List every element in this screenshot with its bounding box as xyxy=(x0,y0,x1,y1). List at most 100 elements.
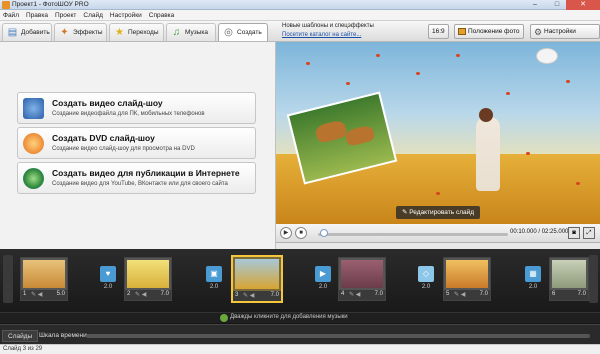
slide-image xyxy=(341,260,383,288)
transition-duration: 2.0 xyxy=(528,284,538,290)
project-settings-button[interactable]: ⚙ Настройки проекта xyxy=(530,24,600,48)
gear-icon: ⚙ xyxy=(534,27,543,37)
tab-music-label: Музыка xyxy=(185,29,208,36)
tab-create[interactable]: ◎ Создать xyxy=(218,23,268,41)
slide-duration: 7.0 xyxy=(374,291,383,297)
menu-settings[interactable]: Настройки xyxy=(107,10,146,21)
transition-icon[interactable]: ▶ xyxy=(315,266,331,282)
tab-effects-label: Эффекты xyxy=(73,29,103,36)
preview-person xyxy=(476,117,500,191)
leaf-shape xyxy=(576,182,580,185)
playback-track[interactable] xyxy=(318,233,508,236)
star-icon: ★ xyxy=(115,27,124,38)
window-title: Проект1 - ФотоШОУ PRO xyxy=(12,1,89,8)
tab-transitions-label: Переходы xyxy=(128,29,159,36)
slide-thumb[interactable]: 4 ✎ ◀ 7.0 xyxy=(338,257,386,301)
tab-timeline[interactable]: Шкала времени xyxy=(34,330,92,342)
transition-icon[interactable]: ▣ xyxy=(206,266,222,282)
slide-image xyxy=(446,260,488,288)
leaf-shape xyxy=(456,54,460,57)
create-video-button[interactable]: Создать видео слайд-шоу Создание видеофа… xyxy=(17,92,256,124)
menu-bar: Файл Правка Проект Слайд Настройки Справка xyxy=(0,10,600,21)
title-bar: Проект1 - ФотоШОУ PRO – □ ✕ xyxy=(0,0,600,10)
slide-image xyxy=(23,260,65,288)
create-panel: Создать видео слайд-шоу Создание видеофа… xyxy=(0,42,276,249)
slide-preview[interactable]: ✎ Редактировать слайд xyxy=(276,42,600,224)
tab-add[interactable]: ▤ Добавить xyxy=(2,23,52,41)
slide-duration: 7.0 xyxy=(160,291,169,297)
music-add-icon xyxy=(220,314,228,322)
create-dvd-title: Создать DVD слайд-шоу xyxy=(52,133,155,143)
slide-image xyxy=(235,259,279,289)
playback-thumb[interactable] xyxy=(320,229,328,237)
camera-icon[interactable]: ◙ xyxy=(568,227,580,239)
transition-icon[interactable]: ◇ xyxy=(418,266,434,282)
slide-image xyxy=(127,260,169,288)
leaf-shape xyxy=(346,82,350,85)
timeline-scroll-right[interactable] xyxy=(589,255,598,303)
maximize-button[interactable]: □ xyxy=(546,0,568,10)
transition-duration: 2.0 xyxy=(209,284,219,290)
slide-thumb[interactable]: 1 ✎ ◀ 5.0 xyxy=(20,257,68,301)
slide-thumb[interactable]: 6 7.0 xyxy=(549,257,589,301)
slide-thumb-selected[interactable]: 3 ✎ ◀ 7.0 xyxy=(231,255,283,303)
news-link[interactable]: Новые шаблоны и спецэффекты xyxy=(282,23,374,29)
slide-thumb[interactable]: 5 ✎ ◀ 7.0 xyxy=(443,257,491,301)
play-icon[interactable]: ▶ xyxy=(280,227,292,239)
app-icon xyxy=(2,1,10,9)
leaf-shape xyxy=(376,54,380,57)
slide-number: 3 xyxy=(235,292,239,298)
create-dvd-button[interactable]: Создать DVD слайд-шоу Создание видео сла… xyxy=(17,127,256,159)
stop-icon[interactable]: ■ xyxy=(295,227,307,239)
create-web-title: Создать видео для публикации в Интернете xyxy=(52,168,240,178)
player-bar: ▶ ■ 00:10.000 / 02:25.000 ◙ ⤢ xyxy=(276,224,600,243)
menu-help[interactable]: Справка xyxy=(146,10,179,21)
preview-toolbar: Новые шаблоны и спецэффекты Посетите кат… xyxy=(276,21,600,48)
deer-shape xyxy=(344,124,376,147)
transition-icon[interactable]: ▦ xyxy=(525,266,541,282)
transition-duration: 2.0 xyxy=(103,284,113,290)
fullscreen-icon[interactable]: ⤢ xyxy=(583,227,595,239)
transition-icon[interactable]: ♥ xyxy=(100,266,116,282)
leaf-shape xyxy=(416,72,420,75)
leaf-shape xyxy=(306,62,310,65)
create-web-button[interactable]: Создать видео для публикации в Интернете… xyxy=(17,162,256,194)
catalog-link[interactable]: Посетите каталог на сайте... xyxy=(282,32,361,38)
tab-music[interactable]: ♫ Музыка xyxy=(166,23,216,41)
leaf-shape xyxy=(566,80,570,83)
close-button[interactable]: ✕ xyxy=(566,0,600,10)
slide-number: 6 xyxy=(552,291,556,297)
slide-number: 1 xyxy=(23,291,27,297)
timeline-scroll-left[interactable] xyxy=(3,255,13,303)
slide-thumb[interactable]: 2 ✎ ◀ 7.0 xyxy=(124,257,172,301)
video-icon xyxy=(23,98,44,119)
music-hint: Дважды кликните для добавления музыки xyxy=(230,314,348,320)
music-icon: ♫ xyxy=(172,27,181,38)
photo-icon xyxy=(458,28,466,35)
menu-slide[interactable]: Слайд xyxy=(80,10,107,21)
edit-slide-button[interactable]: ✎ Редактировать слайд xyxy=(396,206,480,219)
effects-icon: ✦ xyxy=(60,27,69,38)
menu-project[interactable]: Проект xyxy=(52,10,80,21)
minimize-button[interactable]: – xyxy=(524,0,546,10)
slide-number: 5 xyxy=(446,291,450,297)
view-tabs: Слайды Шкала времени xyxy=(0,324,600,344)
timeline-scrollbar[interactable] xyxy=(86,334,590,338)
leaf-shape xyxy=(506,92,510,95)
tab-effects[interactable]: ✦ Эффекты xyxy=(54,23,107,41)
music-track[interactable]: Дважды кликните для добавления музыки xyxy=(0,312,600,323)
create-video-title: Создать видео слайд-шоу xyxy=(52,98,163,108)
menu-file[interactable]: Файл xyxy=(0,10,23,21)
aspect-ratio-button[interactable]: 16:9 xyxy=(428,24,449,39)
tab-create-label: Создать xyxy=(237,29,262,36)
transition-duration: 2.0 xyxy=(421,284,431,290)
menu-edit[interactable]: Правка xyxy=(23,10,52,21)
tab-transitions[interactable]: ★ Переходы xyxy=(109,23,164,41)
tab-slides[interactable]: Слайды xyxy=(2,330,39,342)
disc-icon: ◎ xyxy=(224,27,233,38)
slide-duration: 7.0 xyxy=(479,291,488,297)
pencil-icon: ✎ ◀ xyxy=(454,292,466,298)
main-tabs: ▤ Добавить ✦ Эффекты ★ Переходы ♫ Музыка… xyxy=(0,21,276,42)
photo-position-button[interactable]: Положение фото xyxy=(454,24,524,39)
slide-number: 4 xyxy=(341,291,345,297)
